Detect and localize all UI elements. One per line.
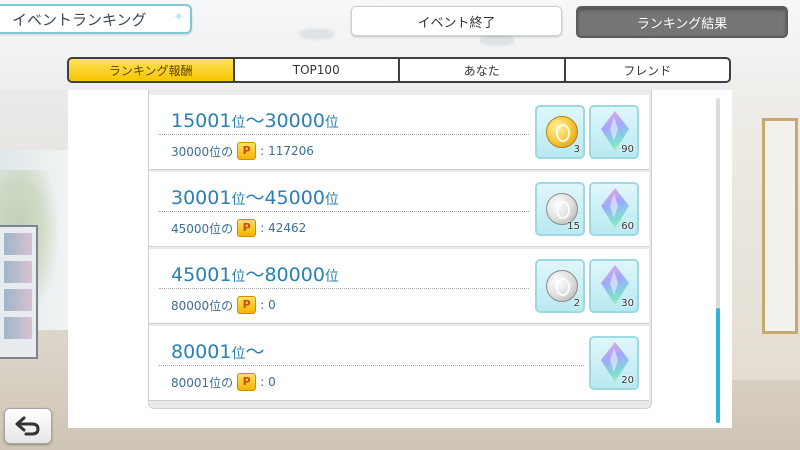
rank-range: 80001位〜 (171, 341, 265, 363)
row-divider (159, 288, 529, 289)
row-divider (159, 211, 529, 212)
reward-item-crystal[interactable]: 60 (589, 182, 639, 236)
event-end-button[interactable]: イベント終了 (351, 6, 562, 36)
rank-range: 45001位〜80000位 (171, 264, 339, 286)
tab-you[interactable]: あなた (400, 59, 564, 81)
row-divider (159, 365, 584, 366)
point-icon: P (237, 142, 257, 160)
reward-item-silver-coin[interactable]: 15 (535, 182, 585, 236)
screen-title: イベントランキング ✦ (0, 4, 192, 34)
border-points: 80001位の P: 0 (171, 373, 276, 391)
point-icon: P (237, 373, 257, 391)
reward-list[interactable]: 15001位〜30000位 30000位の P: 117206 3 90 3000… (148, 90, 652, 409)
tab-top100[interactable]: TOP100 (234, 59, 398, 81)
reward-item-crystal[interactable]: 20 (589, 336, 639, 390)
reward-row: 80001位〜 80001位の P: 0 20 (149, 326, 649, 401)
background-shelf (0, 225, 38, 359)
reward-item-crystal[interactable]: 90 (589, 105, 639, 159)
point-icon: P (237, 219, 257, 237)
ranking-tabs: ランキング報酬 TOP100 あなた フレンド (67, 57, 731, 83)
reward-row: 15001位〜30000位 30000位の P: 117206 3 90 (149, 95, 649, 170)
reward-item-silver-coin[interactable]: 2 (535, 259, 585, 313)
back-arrow-icon (15, 416, 40, 436)
border-points: 80000位の P: 0 (171, 296, 276, 314)
scrollbar-thumb[interactable] (716, 308, 720, 423)
ranking-result-button[interactable]: ランキング結果 (576, 6, 788, 38)
ceiling-light (480, 36, 514, 44)
scrollbar-track[interactable] (716, 98, 720, 423)
ceiling-light (300, 30, 334, 38)
rank-range: 30001位〜45000位 (171, 187, 339, 209)
point-icon: P (237, 296, 257, 314)
sparkle-icon: ✦ (173, 10, 184, 25)
border-points: 30000位の P: 117206 (171, 142, 314, 160)
back-button[interactable] (4, 408, 52, 444)
rank-range: 15001位〜30000位 (171, 110, 339, 132)
border-points: 45000位の P: 42462 (171, 219, 307, 237)
background-door (762, 118, 798, 334)
screen-title-text: イベントランキング (12, 11, 147, 29)
tab-friends[interactable]: フレンド (565, 59, 729, 81)
reward-row: 30001位〜45000位 45000位の P: 42462 15 60 (149, 172, 649, 247)
reward-panel: 15001位〜30000位 30000位の P: 117206 3 90 3000… (68, 90, 732, 428)
tab-ranking-rewards[interactable]: ランキング報酬 (69, 59, 233, 81)
reward-item-crystal[interactable]: 30 (589, 259, 639, 313)
reward-row: 45001位〜80000位 80000位の P: 0 2 30 (149, 249, 649, 324)
reward-item-gold-coin[interactable]: 3 (535, 105, 585, 159)
row-divider (159, 134, 529, 135)
